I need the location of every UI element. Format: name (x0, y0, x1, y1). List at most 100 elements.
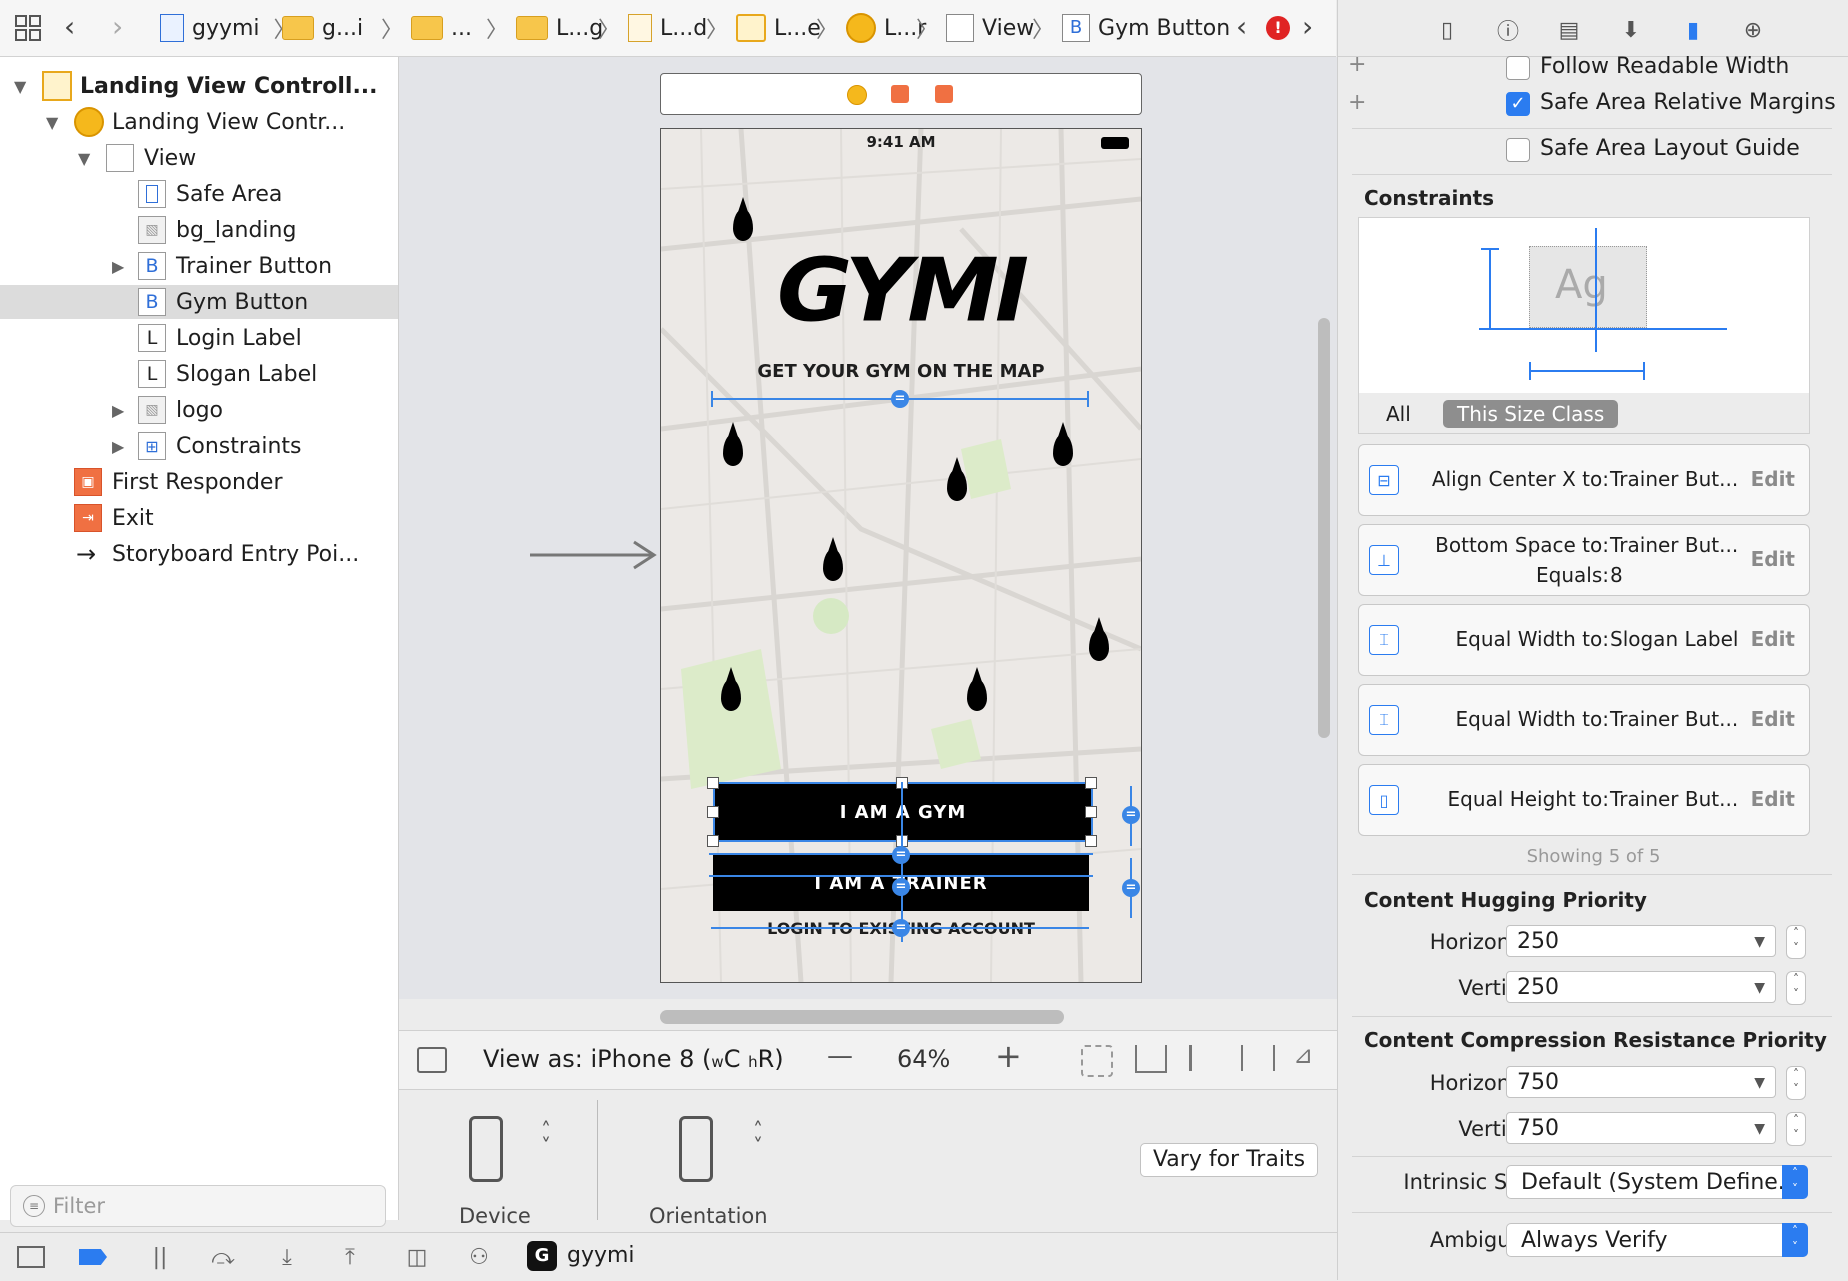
help-inspector-icon[interactable]: ⓘ (1491, 14, 1525, 46)
gym-button[interactable]: I AM A GYM (713, 782, 1093, 842)
step-out-icon[interactable]: ⤒ (335, 1243, 365, 1271)
outline-row-exit[interactable]: ⇥ Exit (0, 501, 398, 535)
popup-chevron-icon[interactable]: ˄ ˅ (1782, 1165, 1808, 1199)
outline-row-entry-point[interactable]: → Storyboard Entry Poi... (0, 537, 398, 571)
ambiguity-popup[interactable]: Always Verify ˄ ˅ (1506, 1223, 1808, 1257)
constraint-equal-width-trainer[interactable]: ⌶ Equal Width to: Trainer But... Edit (1358, 684, 1810, 756)
compression-vertical-stepper[interactable]: ˄ ˅ (1786, 1112, 1806, 1146)
outline-row-safe-area[interactable]: Safe Area (0, 177, 398, 211)
equal-constraint-icon[interactable]: = (892, 846, 910, 864)
attributes-inspector-icon[interactable]: ⬇ (1614, 14, 1648, 46)
orientation-phone-icon[interactable] (679, 1116, 713, 1182)
device-phone-icon[interactable] (469, 1116, 503, 1182)
tab-all[interactable]: All (1386, 402, 1411, 426)
equal-constraint-icon[interactable]: = (892, 878, 910, 896)
memory-graph-icon[interactable]: ⚇ (464, 1243, 494, 1271)
error-badge-icon[interactable]: ! (1266, 16, 1290, 40)
vary-for-traits-button[interactable]: Vary for Traits (1140, 1143, 1318, 1177)
hugging-vertical-stepper[interactable]: ˄ ˅ (1786, 971, 1806, 1005)
align-icon[interactable] (1189, 1045, 1218, 1071)
size-inspector-icon[interactable]: ▮ (1676, 14, 1710, 46)
back-icon[interactable]: ‹ (64, 10, 75, 43)
edit-button[interactable]: Edit (1751, 787, 1795, 811)
resize-handle[interactable] (1085, 835, 1097, 847)
edit-button[interactable]: Edit (1751, 627, 1795, 651)
crumb-group-3[interactable]: 〉 L...g (480, 12, 603, 44)
hugging-horizontal-stepper[interactable]: ˄ ˅ (1786, 925, 1806, 959)
constraint-equal-height-trainer[interactable]: ▯ Equal Height to: Trainer But... Edit (1358, 764, 1810, 836)
disclosure-closed-icon[interactable]: ▶ (112, 401, 124, 420)
crumb-scene[interactable]: 〉 L...e (700, 12, 821, 44)
add-variation-icon[interactable]: + (1348, 52, 1366, 77)
follow-readable-checkbox[interactable] (1506, 56, 1530, 80)
resolve-issues-icon[interactable]: ⊿ (1293, 1041, 1313, 1069)
popup-chevron-icon[interactable]: ˄ ˅ (1782, 1223, 1808, 1257)
iphone-screen[interactable]: 9:41 AM GYMI GET YOUR GYM ON THE MAP = I… (660, 128, 1142, 983)
vertical-scrollbar[interactable] (1318, 318, 1330, 738)
disclosure-open-icon[interactable]: ▼ (14, 77, 26, 96)
safe-area-margins-checkbox[interactable]: ✓ (1506, 92, 1530, 116)
compression-horizontal-field[interactable]: 750 ▼ (1506, 1066, 1776, 1098)
scene-dock[interactable] (660, 73, 1142, 115)
crumb-gym-button[interactable]: 〉 B Gym Button (1026, 12, 1230, 44)
outline-row-scene[interactable]: ▼ Landing View Controll... (0, 69, 398, 103)
step-over-icon[interactable]: ⤼ (208, 1243, 238, 1271)
identity-inspector-icon[interactable]: ▤ (1552, 14, 1586, 46)
disclosure-open-icon[interactable]: ▼ (46, 113, 58, 132)
connections-inspector-icon[interactable]: ⊕ (1736, 14, 1770, 46)
hugging-vertical-field[interactable]: 250 ▼ (1506, 971, 1776, 1003)
zoom-in-button[interactable]: + (995, 1037, 1022, 1075)
constraint-equal-width-slogan[interactable]: ⌶ Equal Width to: Slogan Label Edit (1358, 604, 1810, 676)
entry-point-arrow[interactable] (530, 540, 658, 570)
add-constraints-icon[interactable] (1241, 1045, 1275, 1071)
view-controller-icon[interactable] (847, 85, 867, 105)
crumb-storyboard[interactable]: 〉 L...d (592, 12, 707, 44)
step-into-icon[interactable]: ⤓ (272, 1243, 302, 1271)
edit-button[interactable]: Edit (1751, 707, 1795, 731)
crumb-view[interactable]: 〉 View (910, 12, 1034, 44)
resize-handle[interactable] (707, 777, 719, 789)
view-as-label[interactable]: View as: iPhone 8 (wC hR) (483, 1045, 784, 1073)
outline-row-constraints[interactable]: ▶ ⊞ Constraints (0, 429, 398, 463)
crumb-group-2[interactable]: 〉 ... (375, 12, 472, 44)
outline-row-slogan-label[interactable]: L Slogan Label (0, 357, 398, 391)
compression-horizontal-stepper[interactable]: ˄ ˅ (1786, 1066, 1806, 1100)
crumb-project[interactable]: gyymi〉 (160, 12, 296, 44)
equal-constraint-icon[interactable]: = (1122, 806, 1140, 824)
add-variation-icon[interactable]: + (1348, 90, 1366, 115)
resize-handle[interactable] (1085, 806, 1097, 818)
disclosure-closed-icon[interactable]: ▶ (112, 257, 124, 276)
target-label[interactable]: gyymi (567, 1243, 635, 1268)
equal-constraint-icon[interactable]: = (891, 390, 909, 408)
outline-row-view-controller[interactable]: ▼ Landing View Contr... (0, 105, 398, 139)
issue-back-icon[interactable]: ‹ (1236, 10, 1247, 43)
resize-handle[interactable] (1085, 777, 1097, 789)
filter-field[interactable]: ≡ Filter (10, 1185, 386, 1227)
edit-button[interactable]: Edit (1751, 547, 1795, 571)
exit-icon[interactable] (935, 85, 953, 103)
grid-icon[interactable] (14, 14, 42, 42)
outline-row-view[interactable]: ▼ View (0, 141, 398, 175)
outline-row-login-label[interactable]: L Login Label (0, 321, 398, 355)
device-stepper-icon[interactable]: ˄ ˅ (541, 1120, 551, 1156)
sidebar-toggle-icon[interactable] (417, 1047, 447, 1073)
intrinsic-size-popup[interactable]: Default (System Define... ˄ ˅ (1506, 1165, 1808, 1199)
outline-row-bg-landing[interactable]: ▧ bg_landing (0, 213, 398, 247)
constraints-preview[interactable]: Ag (1358, 217, 1810, 395)
zoom-out-button[interactable]: — (827, 1041, 853, 1071)
chevron-down-icon[interactable]: ▼ (1754, 1075, 1765, 1091)
issue-forward-icon[interactable]: › (1302, 10, 1313, 43)
update-frames-icon[interactable] (1081, 1045, 1113, 1077)
first-responder-icon[interactable] (891, 85, 909, 103)
resize-handle[interactable] (707, 806, 719, 818)
chevron-down-icon[interactable]: ▼ (1754, 980, 1765, 996)
outline-row-trainer-button[interactable]: ▶ B Trainer Button (0, 249, 398, 283)
view-hierarchy-icon[interactable]: ◫ (402, 1243, 432, 1271)
equal-constraint-icon[interactable]: = (892, 919, 910, 937)
chevron-down-icon[interactable]: ▼ (1754, 934, 1765, 950)
disclosure-closed-icon[interactable]: ▶ (112, 437, 124, 456)
orientation-stepper-icon[interactable]: ˄ ˅ (753, 1120, 763, 1156)
compression-vertical-field[interactable]: 750 ▼ (1506, 1112, 1776, 1144)
safe-area-guide-checkbox[interactable] (1506, 138, 1530, 162)
horizontal-scrollbar[interactable] (660, 1010, 1064, 1024)
